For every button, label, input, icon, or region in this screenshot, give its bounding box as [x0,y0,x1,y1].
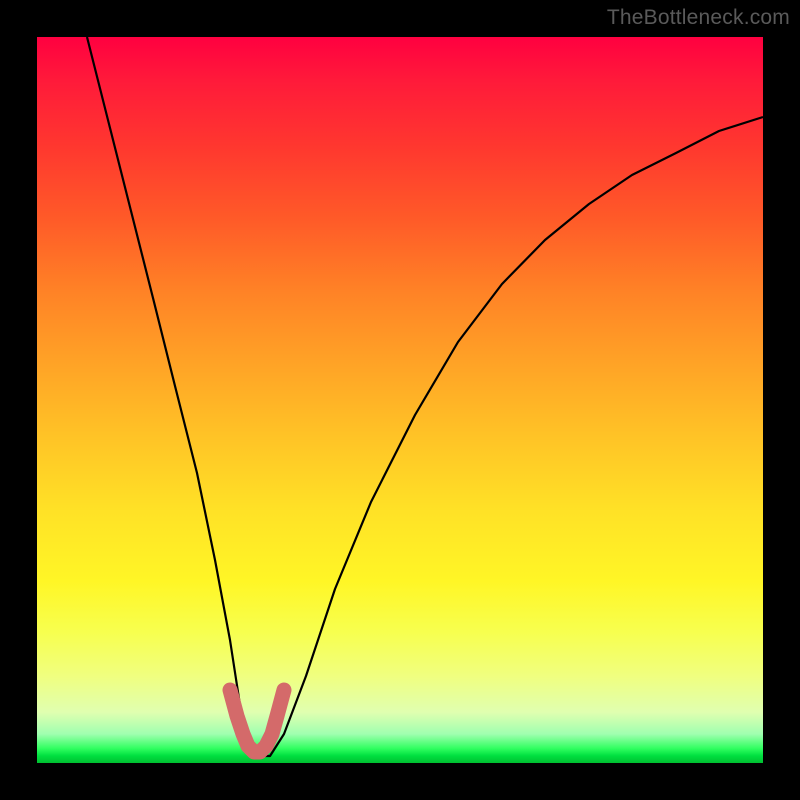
chart-frame: TheBottleneck.com [0,0,800,800]
main-curve [87,37,763,756]
watermark-text: TheBottleneck.com [607,6,790,30]
chart-svg [37,37,763,763]
plot-area [37,37,763,763]
trough-marker [230,690,284,752]
